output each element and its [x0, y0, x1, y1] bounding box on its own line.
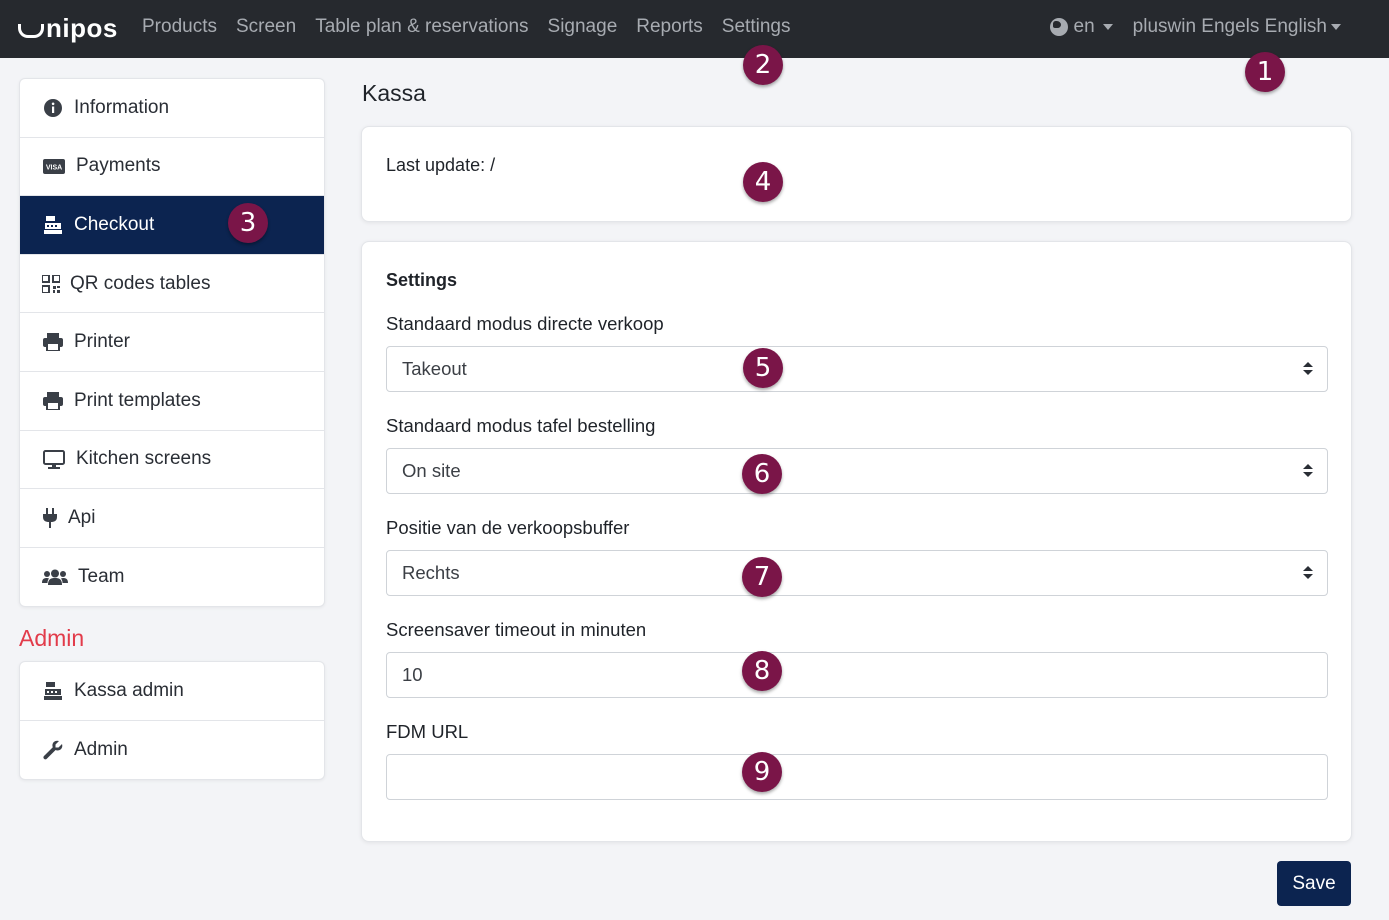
wrench-icon: [42, 740, 64, 760]
svg-text:VISA: VISA: [46, 164, 62, 171]
printer-icon: [42, 332, 64, 352]
sidebar-item-qr-codes[interactable]: QR codes tables: [20, 255, 324, 314]
select-value: Rechts: [402, 562, 460, 583]
sidebar-item-label: Kassa admin: [74, 679, 184, 701]
sidebar-item-kassa-admin[interactable]: Kassa admin: [20, 662, 324, 721]
sidebar-item-team[interactable]: Team: [20, 548, 324, 607]
sidebar-item-label: Information: [74, 96, 170, 118]
cash-register-icon: [42, 681, 64, 701]
annotation-badge-8: 8: [742, 651, 782, 691]
fdm-url-input[interactable]: [386, 754, 1328, 800]
last-update-text: Last update: /: [386, 155, 496, 175]
verkoopsbuffer-select[interactable]: Rechts: [386, 550, 1328, 596]
annotation-badge-4: 4: [743, 162, 783, 202]
caret-down-icon: [1102, 24, 1113, 30]
sidebar-item-label: Admin: [74, 738, 128, 760]
logo-u-mark: [18, 24, 44, 38]
sidebar-item-label: Team: [78, 566, 125, 588]
sidebar-item-label: Kitchen screens: [76, 448, 212, 470]
cash-register-icon: [42, 215, 64, 235]
field-label-fdm-url: FDM URL: [386, 721, 469, 742]
sidebar-item-checkout[interactable]: Checkout: [20, 196, 324, 255]
monitor-icon: [42, 449, 66, 469]
user-name: pluswin Engels English: [1132, 16, 1327, 37]
field-label-verkoopsbuffer: Positie van de verkoopsbuffer: [386, 517, 630, 538]
annotation-badge-7: 7: [742, 557, 782, 597]
annotation-badge-6: 6: [742, 454, 782, 494]
language-dropdown[interactable]: en: [1049, 14, 1113, 40]
admin-sidebar: Kassa admin Admin: [19, 661, 325, 781]
sidebar-item-label: Payments: [76, 155, 161, 177]
sidebar-item-label: Print templates: [74, 389, 201, 411]
last-update-card: Last update: /: [361, 126, 1352, 222]
sidebar-item-information[interactable]: Information: [20, 79, 324, 138]
sidebar-item-printer[interactable]: Printer: [20, 313, 324, 372]
field-label-directe-verkoop: Standaard modus directe verkoop: [386, 313, 664, 334]
sidebar-item-label: Printer: [74, 331, 130, 353]
select-arrows-icon: [1303, 464, 1313, 478]
sidebar-item-payments[interactable]: VISA Payments: [20, 138, 324, 197]
nav-reports[interactable]: Reports: [636, 14, 703, 40]
select-arrows-icon: [1303, 362, 1313, 376]
plug-icon: [42, 507, 58, 528]
nav-table-plan[interactable]: Table plan & reservations: [315, 14, 528, 40]
settings-card: Settings Standaard modus directe verkoop…: [361, 241, 1352, 842]
page-title: Kassa: [362, 80, 426, 106]
language-label: en: [1073, 16, 1095, 37]
annotation-badge-2: 2: [743, 45, 783, 85]
nav-screen[interactable]: Screen: [236, 14, 296, 40]
sidebar-item-api[interactable]: Api: [20, 489, 324, 548]
select-value: On site: [402, 460, 461, 481]
caret-down-icon: [1331, 24, 1341, 30]
nav-products[interactable]: Products: [142, 14, 217, 40]
sidebar-item-label: Checkout: [74, 213, 155, 235]
annotation-badge-5: 5: [743, 348, 783, 388]
users-icon: [42, 567, 68, 587]
info-circle-icon: [42, 98, 64, 118]
sidebar-item-kitchen-screens[interactable]: Kitchen screens: [20, 431, 324, 490]
settings-sidebar: Information VISA Payments Checkout QR co…: [19, 78, 325, 608]
settings-section-title: Settings: [386, 270, 458, 290]
nav-signage[interactable]: Signage: [548, 14, 618, 40]
top-navbar: nipos Products Screen Table plan & reser…: [0, 0, 1389, 58]
annotation-badge-3: 3: [228, 203, 268, 243]
field-label-screensaver: Screensaver timeout in minuten: [386, 619, 647, 640]
logo-text: nipos: [46, 12, 118, 43]
select-arrows-icon: [1303, 566, 1313, 580]
user-dropdown[interactable]: pluswin Engels English: [1133, 14, 1341, 40]
globe-icon: [1049, 18, 1068, 36]
annotation-badge-1: 1: [1245, 52, 1285, 92]
qrcode-icon: [42, 274, 60, 294]
annotation-badge-9: 9: [742, 752, 782, 792]
printer-icon: [42, 391, 64, 411]
sidebar-item-admin[interactable]: Admin: [20, 721, 324, 780]
sidebar-item-label: Api: [68, 506, 96, 528]
save-button[interactable]: Save: [1277, 861, 1351, 906]
field-label-tafel-bestelling: Standaard modus tafel bestelling: [386, 415, 656, 436]
tafel-bestelling-select[interactable]: On site: [386, 448, 1328, 494]
visa-card-icon: VISA: [42, 156, 66, 176]
sidebar-item-print-templates[interactable]: Print templates: [20, 372, 324, 431]
directe-verkoop-select[interactable]: Takeout: [386, 346, 1328, 392]
nav-right: en pluswin Engels English: [1049, 14, 1341, 40]
main-nav: Products Screen Table plan & reservation…: [142, 14, 809, 40]
sidebar-item-label: QR codes tables: [70, 272, 211, 294]
screensaver-timeout-input[interactable]: [386, 652, 1328, 698]
admin-section-title: Admin: [19, 625, 85, 651]
nav-settings[interactable]: Settings: [722, 14, 791, 40]
unipos-logo[interactable]: nipos: [18, 10, 118, 46]
select-value: Takeout: [402, 358, 467, 379]
